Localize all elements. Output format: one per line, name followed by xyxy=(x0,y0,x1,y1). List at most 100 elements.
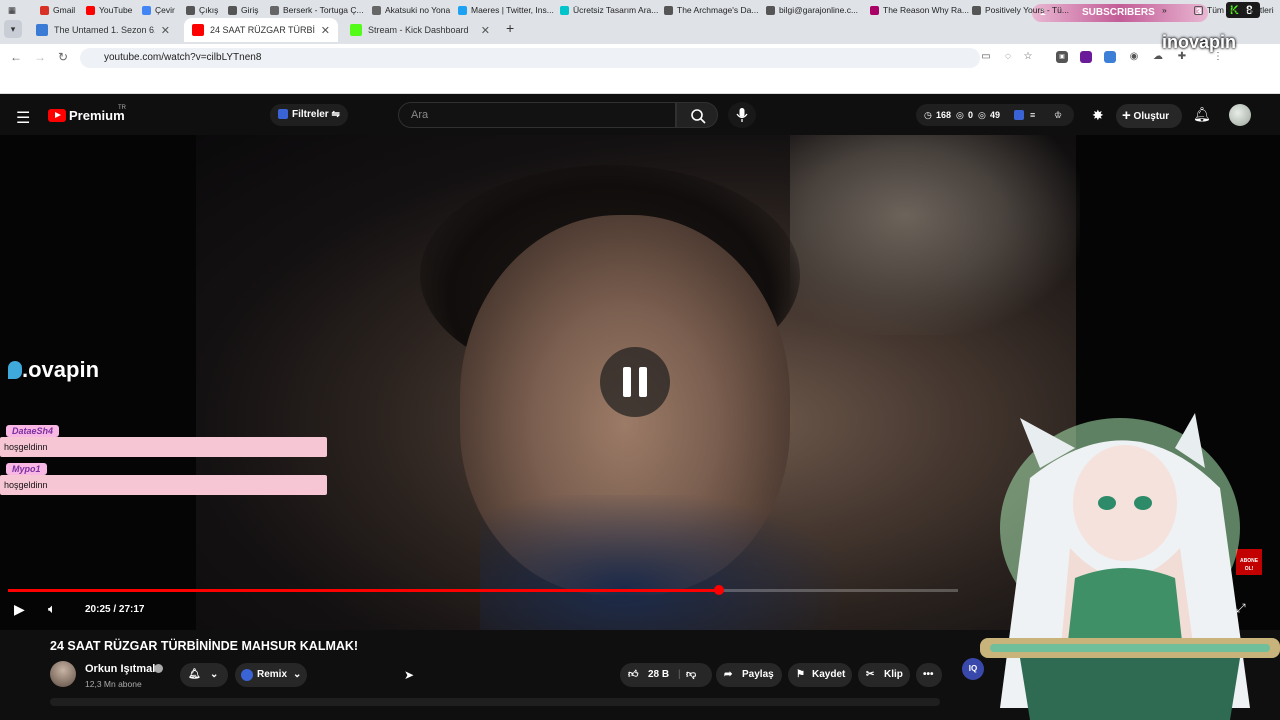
notifications-button[interactable]: 🔔︎ ⌄ xyxy=(180,663,228,687)
new-tab-button[interactable]: + xyxy=(506,20,514,36)
cast-icon[interactable]: ▭ xyxy=(980,51,992,63)
youtube-premium-logo[interactable]: Premium xyxy=(69,108,125,123)
extension-stats[interactable]: ◷ 168 ◎ 0 ◎ 49 ≡ ♔ xyxy=(916,104,1074,126)
bookmark-positively-yours[interactable]: Positively Yours - Tü... xyxy=(972,5,1069,15)
page-icon xyxy=(270,5,279,15)
pause-button[interactable] xyxy=(600,347,670,417)
ovapin-watermark: .ovapin xyxy=(8,357,99,383)
video-pillow xyxy=(790,135,1080,335)
folder-icon xyxy=(1194,5,1203,15)
bookmark-exit[interactable]: Çıkış xyxy=(186,5,218,15)
bookmark-label: Çıkış xyxy=(199,5,219,15)
tab-close-icon[interactable]: ✕ xyxy=(315,24,330,37)
extension-icon[interactable]: ◉ xyxy=(1128,51,1140,63)
search-icon xyxy=(691,109,706,124)
extension-icon[interactable] xyxy=(1104,51,1116,63)
bookmark-label: Tüm Yer İşaretleri xyxy=(1207,5,1274,15)
remix-button[interactable]: Remix ⌄ xyxy=(235,663,307,687)
bookmark-star-icon[interactable]: ☆ xyxy=(1022,51,1034,63)
verified-icon xyxy=(154,664,163,673)
video-title: 24 SAAT RÜZGAR TÜRBİNİNDE MAHSUR KALMAK! xyxy=(50,639,359,653)
menu-icon[interactable]: ☰ xyxy=(16,108,30,128)
filters-button[interactable]: Filtreler ⇋ xyxy=(270,104,348,126)
bookmark-label: Ücretsiz Tasarım Ara... xyxy=(573,5,659,15)
tab-close-icon[interactable]: ✕ xyxy=(475,24,490,37)
subscriber-count: 12,3 Mn abone xyxy=(85,679,142,689)
play-icon[interactable]: ▶ xyxy=(14,601,25,618)
bookmarks-more-icon[interactable]: » xyxy=(1162,5,1167,15)
back-icon[interactable]: ← xyxy=(10,50,22,64)
account-avatar[interactable] xyxy=(1229,104,1251,126)
bell-icon[interactable]: 🔔︎ xyxy=(1193,106,1211,123)
page-icon xyxy=(372,5,381,15)
extension-icon[interactable] xyxy=(1080,51,1092,63)
brand-text: .ovapin xyxy=(22,357,100,382)
iq-icon xyxy=(278,109,288,120)
time-total: 27:17 xyxy=(118,604,145,615)
description-preview[interactable] xyxy=(50,698,940,706)
bookmark-login[interactable]: Giriş xyxy=(228,5,258,15)
time-display: 20:25 / 27:17 xyxy=(85,604,145,615)
youtube-logo-icon[interactable] xyxy=(48,109,66,122)
voice-search-button[interactable] xyxy=(728,102,756,128)
bookmark-label: The Reason Why Ra... xyxy=(883,5,969,15)
thumbs-up-icon[interactable]: 👍︎ xyxy=(628,663,638,687)
forward-icon[interactable]: → xyxy=(34,50,46,64)
share-icon: ➦ xyxy=(724,669,733,680)
bookmark-reason-why[interactable]: The Reason Why Ra... xyxy=(870,5,969,15)
share-button[interactable]: ➦ Paylaş xyxy=(716,663,782,687)
tab-favicon-icon xyxy=(36,24,48,36)
channel-name[interactable]: Orkun Işıtmak xyxy=(85,663,158,675)
progress-scrubber[interactable] xyxy=(714,585,724,595)
award-icon[interactable]: ♔ xyxy=(1054,104,1062,126)
tab-youtube-video[interactable]: 24 SAAT RÜZGAR TÜRBİNİNDE ✕ xyxy=(184,18,338,42)
bookmark-label: Maeres | Twitter, Ins... xyxy=(471,5,554,15)
vtuber-avatar xyxy=(980,413,1280,720)
bookmark-youtube[interactable]: YouTube xyxy=(86,5,132,15)
bookmark-label: bilgi@garajonline.c... xyxy=(779,5,859,15)
tab-title: 24 SAAT RÜZGAR TÜRBİNİNDE xyxy=(210,25,315,35)
save-button[interactable]: ⚑ Kaydet xyxy=(788,663,852,687)
search-button[interactable] xyxy=(676,102,718,128)
bookmark-translate[interactable]: Çevir xyxy=(142,5,175,15)
search-input[interactable]: Ara xyxy=(398,102,676,128)
apps-icon[interactable]: ▦ xyxy=(8,5,16,16)
create-button[interactable]: + Oluştur xyxy=(1116,104,1182,128)
tab-untamed[interactable]: The Untamed 1. Sezon 6. Bölüm ✕ xyxy=(28,18,178,42)
clip-label: Klip xyxy=(884,669,903,680)
divider: | xyxy=(678,669,681,680)
more-actions-button[interactable]: ••• xyxy=(916,663,942,687)
kick-favicon-icon xyxy=(350,24,362,36)
eye-off-icon[interactable]: ◌ xyxy=(1002,51,1014,63)
reload-icon[interactable]: ↻ xyxy=(58,50,68,64)
gear-icon[interactable]: ✸ xyxy=(1092,107,1104,124)
canva-icon xyxy=(560,5,569,15)
bookmark-maeres[interactable]: Maeres | Twitter, Ins... xyxy=(458,5,554,15)
tab-close-icon[interactable]: ✕ xyxy=(155,24,170,37)
sliders-icon: ⇋ xyxy=(331,109,340,120)
channel-avatar[interactable] xyxy=(50,661,76,687)
bookmark-akatsuki[interactable]: Akatsuki no Yona xyxy=(372,5,450,15)
list-icon[interactable]: ≡ xyxy=(1030,104,1035,126)
bookmark-berserk[interactable]: Berserk - Tortuga Ç... xyxy=(270,5,364,15)
clip-button[interactable]: ✂ Klip xyxy=(858,663,910,687)
thumbs-down-icon[interactable]: 👎︎ xyxy=(686,663,696,687)
bookmark-label: YouTube xyxy=(99,5,133,15)
like-dislike-group[interactable]: 👍︎ 28 B | 👎︎ xyxy=(620,663,712,687)
tab-title: Stream - Kick Dashboard xyxy=(368,25,469,35)
tab-search-button[interactable]: ▾ xyxy=(4,20,22,38)
iq-icon[interactable] xyxy=(1014,110,1024,120)
bookmark-archmage[interactable]: The Archmage's Da... xyxy=(664,5,758,15)
stat-views: 0 xyxy=(968,110,974,120)
url-field[interactable]: youtube.com/watch?v=cilbLYTnen8 xyxy=(80,48,980,68)
time-current: 20:25 xyxy=(85,604,111,615)
all-bookmarks-folder[interactable]: Tüm Yer İşaretleri xyxy=(1194,5,1274,15)
tab-kick-dashboard[interactable]: Stream - Kick Dashboard ✕ xyxy=(342,18,498,42)
bookmark-label: Akatsuki no Yona xyxy=(385,5,451,15)
bookmark-garajonline[interactable]: bilgi@garajonline.c... xyxy=(766,5,858,15)
bookmark-gmail[interactable]: Gmail xyxy=(40,5,75,15)
extension-icon[interactable]: ▣ xyxy=(1056,51,1068,63)
bookmark-canva[interactable]: Ücretsiz Tasarım Ara... xyxy=(560,5,658,15)
bookmark-label: Berserk - Tortuga Ç... xyxy=(283,5,364,15)
volume-icon[interactable]: 🔈︎ xyxy=(48,601,56,617)
